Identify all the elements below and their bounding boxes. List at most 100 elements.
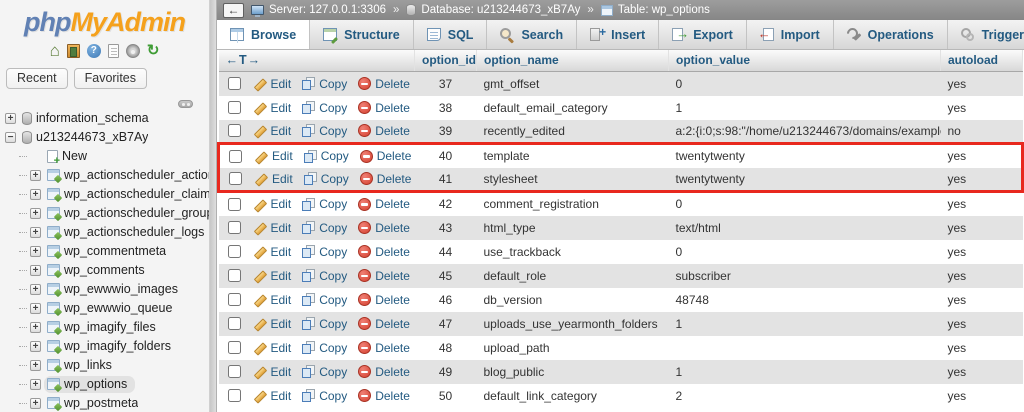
- tree-expander-icon[interactable]: +: [5, 113, 16, 124]
- copy-link[interactable]: Copy: [302, 77, 347, 91]
- tree-item-new[interactable]: New: [5, 147, 209, 167]
- edit-link[interactable]: Edit: [253, 101, 292, 115]
- column-header-option-name[interactable]: option_name: [476, 50, 669, 72]
- settings-icon[interactable]: [125, 44, 140, 58]
- copy-link[interactable]: Copy: [302, 389, 347, 403]
- breadcrumb-item[interactable]: Database: u213244673_xB7Ay: [406, 4, 580, 16]
- edit-link[interactable]: Edit: [253, 245, 292, 259]
- edit-link[interactable]: Edit: [253, 365, 292, 379]
- edit-link[interactable]: Edit: [254, 149, 293, 163]
- column-header-option-id[interactable]: option_id: [414, 50, 477, 72]
- home-icon[interactable]: ⌂: [50, 42, 60, 59]
- row-checkbox[interactable]: [227, 77, 241, 91]
- edit-link[interactable]: Edit: [254, 172, 293, 186]
- row-checkbox[interactable]: [227, 269, 241, 282]
- tree-expander-icon[interactable]: +: [30, 227, 41, 238]
- delete-link[interactable]: Delete: [358, 269, 410, 283]
- edit-link[interactable]: Edit: [253, 341, 292, 355]
- refresh-icon[interactable]: ↻: [147, 43, 160, 58]
- row-checkbox[interactable]: [227, 389, 241, 402]
- copy-link[interactable]: Copy: [302, 124, 347, 138]
- copy-link[interactable]: Copy: [303, 172, 349, 186]
- copy-link[interactable]: Copy: [302, 221, 347, 235]
- delete-link[interactable]: Delete: [358, 341, 410, 355]
- copy-link[interactable]: Copy: [302, 317, 347, 331]
- tree-expander-icon[interactable]: −: [5, 132, 16, 143]
- row-checkbox[interactable]: [227, 221, 241, 234]
- tree-expander-icon[interactable]: +: [30, 208, 41, 219]
- tree-item-wp_ewwwio_queue[interactable]: + wp_ewwwio_queue: [5, 299, 209, 318]
- copy-link[interactable]: Copy: [302, 197, 347, 211]
- delete-link[interactable]: Delete: [358, 197, 410, 211]
- tree-item-wp_comments[interactable]: + wp_comments: [5, 261, 209, 280]
- tree-item-wp_actionscheduler_claims[interactable]: + wp_actionscheduler_claims: [5, 185, 209, 204]
- edit-link[interactable]: Edit: [253, 293, 292, 307]
- tree-expander-icon[interactable]: +: [30, 170, 41, 181]
- tree-item-u213244673_xb7ay[interactable]: − u213244673_xB7Ay: [5, 128, 209, 147]
- column-header-option-value[interactable]: option_value: [668, 50, 941, 72]
- delete-link[interactable]: Delete: [359, 149, 411, 163]
- copy-link[interactable]: Copy: [302, 269, 347, 283]
- tree-item-wp_imagify_folders[interactable]: + wp_imagify_folders: [5, 337, 209, 356]
- tree-expander-icon[interactable]: +: [30, 360, 41, 371]
- tree-item-wp_commentmeta[interactable]: + wp_commentmeta: [5, 242, 209, 261]
- delete-link[interactable]: Delete: [358, 317, 410, 331]
- breadcrumb-item[interactable]: Table: wp_options: [600, 4, 710, 16]
- sidebar-resizer-handle[interactable]: [210, 0, 217, 412]
- tab-browse[interactable]: Browse: [217, 20, 311, 49]
- row-options-header[interactable]: ←T→: [218, 50, 415, 72]
- delete-link[interactable]: Delete: [358, 365, 410, 379]
- row-checkbox[interactable]: [227, 293, 241, 306]
- tree-expander-icon[interactable]: +: [30, 379, 41, 390]
- tab-export[interactable]: Export: [659, 20, 747, 49]
- row-checkbox[interactable]: [227, 341, 241, 354]
- row-checkbox[interactable]: [229, 172, 242, 186]
- copy-link[interactable]: Copy: [302, 101, 347, 115]
- tab-triggers[interactable]: Triggers: [948, 20, 1024, 49]
- delete-link[interactable]: Delete: [358, 293, 410, 307]
- tree-item-wp_postmeta[interactable]: + wp_postmeta: [5, 394, 209, 412]
- delete-link[interactable]: Delete: [359, 172, 411, 186]
- delete-link[interactable]: Delete: [358, 77, 410, 91]
- row-checkbox[interactable]: [229, 149, 242, 163]
- delete-link[interactable]: Delete: [358, 124, 410, 138]
- delete-link[interactable]: Delete: [358, 221, 410, 235]
- docs-icon[interactable]: [107, 44, 119, 58]
- tree-expander-icon[interactable]: +: [30, 246, 41, 257]
- recent-filter-button[interactable]: Recent: [6, 68, 68, 89]
- tree-item-wp_actionscheduler_actions[interactable]: + wp_actionscheduler_actions: [5, 166, 209, 185]
- delete-link[interactable]: Delete: [358, 389, 410, 403]
- copy-link[interactable]: Copy: [302, 365, 347, 379]
- copy-link[interactable]: Copy: [302, 245, 347, 259]
- tree-expander-icon[interactable]: +: [30, 398, 41, 409]
- tree-expander-icon[interactable]: +: [30, 303, 41, 314]
- favorites-filter-button[interactable]: Favorites: [73, 68, 148, 89]
- back-button[interactable]: ←: [223, 2, 244, 18]
- row-checkbox[interactable]: [227, 365, 241, 378]
- breadcrumb-item[interactable]: Server: 127.0.0.1:3306: [251, 4, 386, 17]
- tree-expander-icon[interactable]: +: [30, 284, 41, 295]
- tree-item-wp_actionscheduler_logs[interactable]: + wp_actionscheduler_logs: [5, 223, 209, 242]
- edit-link[interactable]: Edit: [253, 317, 292, 331]
- delete-link[interactable]: Delete: [358, 245, 410, 259]
- edit-link[interactable]: Edit: [253, 77, 292, 91]
- tree-item-wp_options[interactable]: + wp_options: [5, 375, 209, 394]
- edit-link[interactable]: Edit: [253, 197, 292, 211]
- column-header-autoload[interactable]: autoload: [940, 50, 1023, 72]
- collapse-tree-icon[interactable]: [178, 100, 193, 108]
- edit-link[interactable]: Edit: [253, 221, 292, 235]
- tree-expander-icon[interactable]: +: [30, 189, 41, 200]
- help-icon[interactable]: ?: [86, 44, 101, 58]
- row-checkbox[interactable]: [227, 124, 241, 138]
- row-checkbox[interactable]: [227, 245, 241, 258]
- row-checkbox[interactable]: [227, 317, 241, 330]
- tree-expander-icon[interactable]: +: [30, 322, 41, 333]
- tree-item-wp_actionscheduler_groups[interactable]: + wp_actionscheduler_groups: [5, 204, 209, 223]
- tree-item-wp_links[interactable]: + wp_links: [5, 356, 209, 375]
- copy-link[interactable]: Copy: [302, 293, 347, 307]
- row-checkbox[interactable]: [227, 101, 241, 114]
- exit-door-icon[interactable]: [66, 44, 80, 58]
- edit-link[interactable]: Edit: [253, 269, 292, 283]
- row-checkbox[interactable]: [227, 197, 241, 211]
- copy-link[interactable]: Copy: [302, 341, 347, 355]
